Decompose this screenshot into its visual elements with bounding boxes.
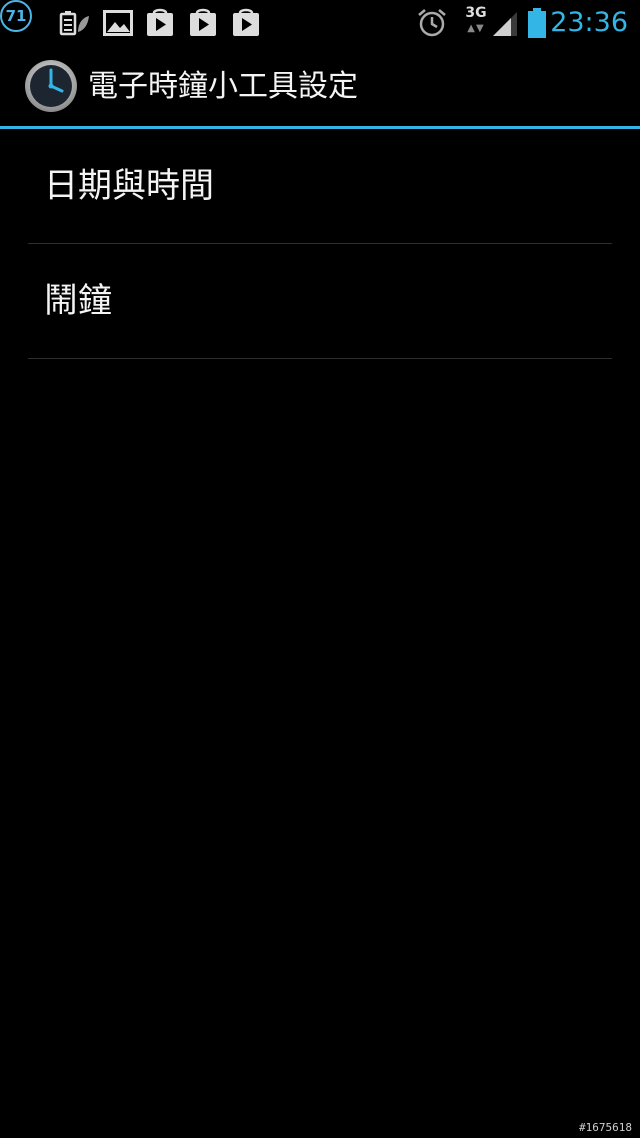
cell-signal-icon <box>491 6 519 40</box>
list-divider <box>28 358 612 359</box>
notification-count-badge-icon: 71 <box>0 0 32 32</box>
watermark: #1675618 <box>579 1121 632 1134</box>
action-bar: 電子時鐘小工具設定 <box>0 46 640 128</box>
clock-icon[interactable] <box>24 59 78 113</box>
status-bar[interactable]: 71 3G ▲▼ 23:36 <box>0 0 640 46</box>
alarm-clock-icon <box>416 6 448 40</box>
status-time: 23:36 <box>550 7 628 38</box>
setting-item-alarm[interactable]: 鬧鐘 <box>0 244 640 359</box>
settings-list: 日期與時間 鬧鐘 <box>0 129 640 359</box>
play-store-icon <box>188 6 218 40</box>
play-store-icon <box>231 6 261 40</box>
gallery-icon <box>102 6 134 40</box>
setting-item-label: 鬧鐘 <box>44 281 112 321</box>
setting-item-label: 日期與時間 <box>44 166 214 206</box>
network-type: 3G <box>465 5 487 21</box>
battery-saver-icon <box>58 6 90 40</box>
page-title: 電子時鐘小工具設定 <box>88 69 358 104</box>
battery-icon <box>526 6 548 40</box>
play-store-icon <box>145 6 175 40</box>
notification-count: 71 <box>5 7 27 25</box>
signal-3g-icon: 3G ▲▼ <box>465 5 487 35</box>
setting-item-date-time[interactable]: 日期與時間 <box>0 129 640 244</box>
